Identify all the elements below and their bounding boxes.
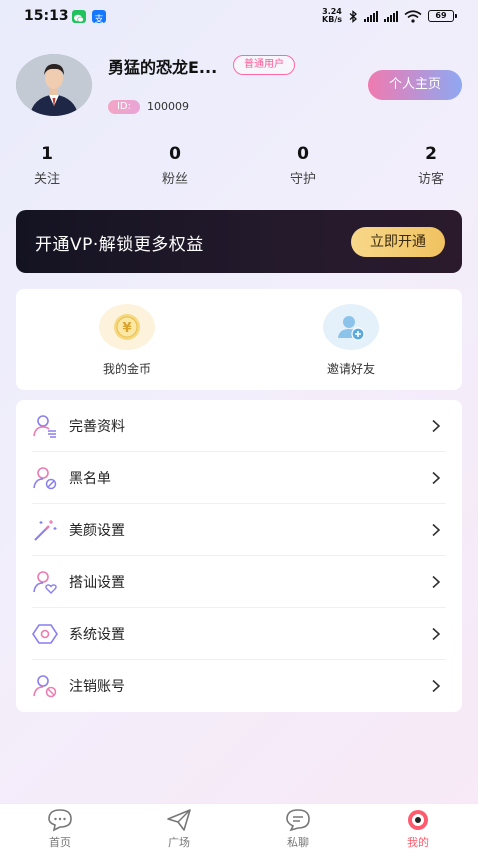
tab-label: 首页 xyxy=(49,836,71,849)
stat-label: 访客 xyxy=(417,172,444,187)
stat-following[interactable]: 1 关注 xyxy=(7,144,87,187)
open-vip-button[interactable]: 立即开通 xyxy=(351,227,445,257)
stat-value: 0 xyxy=(297,144,309,164)
vip-banner[interactable]: 开通VP·解锁更多权益 立即开通 xyxy=(16,210,462,273)
tab-label: 我的 xyxy=(407,836,429,849)
chevron-right-icon xyxy=(432,575,441,589)
id-tag: ID: xyxy=(108,100,140,114)
my-coins-button[interactable]: ¥ 我的金币 xyxy=(77,304,177,377)
alipay-icon: 支 xyxy=(92,10,106,25)
chevron-right-icon xyxy=(432,523,441,537)
menu-item-chat-up-settings[interactable]: 搭讪设置 xyxy=(16,556,462,608)
menu-item-beauty-settings[interactable]: 美颜设置 xyxy=(16,504,462,556)
user-level-badge: 普通用户 xyxy=(233,55,295,75)
stat-label: 关注 xyxy=(33,172,60,187)
chevron-right-icon xyxy=(432,679,441,693)
chevron-right-icon xyxy=(432,471,441,485)
stat-value: 0 xyxy=(169,144,181,164)
tab-home[interactable]: 首页 xyxy=(30,808,90,850)
personal-homepage-button[interactable]: 个人主页 xyxy=(368,70,462,100)
tab-label: 广场 xyxy=(168,836,190,849)
quick-actions-card: ¥ 我的金币 邀请好友 xyxy=(16,289,462,390)
chat-bubble-icon xyxy=(48,809,72,832)
user-heart-icon xyxy=(33,571,57,594)
avatar[interactable] xyxy=(16,54,92,116)
menu-item-blacklist[interactable]: 黑名单 xyxy=(16,452,462,504)
stat-label: 粉丝 xyxy=(161,172,188,187)
menu-item-label: 完善资料 xyxy=(69,419,125,435)
bottom-tab-bar: 首页 广场 私聊 我的 xyxy=(0,803,478,850)
settings-menu: 完善资料 黑名单 美颜设置 搭讪设置 系统设置 注销账号 xyxy=(16,400,462,712)
cancel-account-icon xyxy=(33,675,57,698)
edit-profile-icon xyxy=(33,415,56,438)
username: 勇猛的恐龙E... xyxy=(108,58,218,77)
blacklist-icon xyxy=(33,467,57,490)
menu-item-system-settings[interactable]: 系统设置 xyxy=(16,608,462,660)
stat-value: 1 xyxy=(41,144,53,164)
chevron-right-icon xyxy=(432,419,441,433)
bluetooth-icon xyxy=(349,9,357,23)
wechat-icon xyxy=(72,10,86,23)
invite-friends-button[interactable]: 邀请好友 xyxy=(301,304,401,377)
signal-icon-1 xyxy=(364,10,378,22)
tab-square[interactable]: 广场 xyxy=(149,808,209,850)
wifi-icon xyxy=(404,9,422,23)
status-time: 15:13 xyxy=(24,8,69,24)
profile-icon xyxy=(408,810,428,830)
menu-item-cancel-account[interactable]: 注销账号 xyxy=(16,660,462,712)
paper-plane-icon xyxy=(167,809,191,831)
hexagon-settings-icon xyxy=(32,624,58,644)
signal-icon-2 xyxy=(384,10,398,22)
status-bar: 15:13 支 3.24 KB/s 69 xyxy=(0,0,478,32)
magic-wand-icon xyxy=(34,520,57,541)
svg-text:支: 支 xyxy=(94,13,103,25)
tab-private-chat[interactable]: 私聊 xyxy=(268,808,328,850)
stat-value: 2 xyxy=(425,144,437,164)
net-speed: 3.24 KB/s xyxy=(322,8,342,24)
stat-fans[interactable]: 0 粉丝 xyxy=(135,144,215,187)
tab-mine[interactable]: 我的 xyxy=(388,808,448,850)
menu-item-label: 美颜设置 xyxy=(69,523,125,539)
invite-friend-icon xyxy=(323,304,379,350)
menu-item-label: 黑名单 xyxy=(69,471,111,487)
stat-visitors[interactable]: 2 访客 xyxy=(391,144,471,187)
vip-banner-text: 开通VP·解锁更多权益 xyxy=(35,235,204,255)
quick-action-label: 我的金币 xyxy=(102,362,151,376)
menu-item-label: 搭讪设置 xyxy=(69,575,125,591)
menu-item-label: 系统设置 xyxy=(69,627,125,643)
net-speed-unit: KB/s xyxy=(322,15,342,24)
battery-icon: 69 xyxy=(428,10,457,22)
quick-action-label: 邀请好友 xyxy=(326,362,375,376)
svg-text:¥: ¥ xyxy=(122,321,131,336)
chevron-right-icon xyxy=(432,627,441,641)
status-indicators: 3.24 KB/s 69 xyxy=(322,8,457,24)
menu-item-label: 注销账号 xyxy=(69,679,125,695)
coin-icon: ¥ xyxy=(99,304,155,350)
menu-item-edit-profile[interactable]: 完善资料 xyxy=(16,400,462,452)
stat-label: 守护 xyxy=(289,172,316,187)
tab-label: 私聊 xyxy=(287,836,309,849)
message-icon xyxy=(286,809,310,832)
user-id: 100009 xyxy=(147,100,189,113)
stat-guard[interactable]: 0 守护 xyxy=(263,144,343,187)
